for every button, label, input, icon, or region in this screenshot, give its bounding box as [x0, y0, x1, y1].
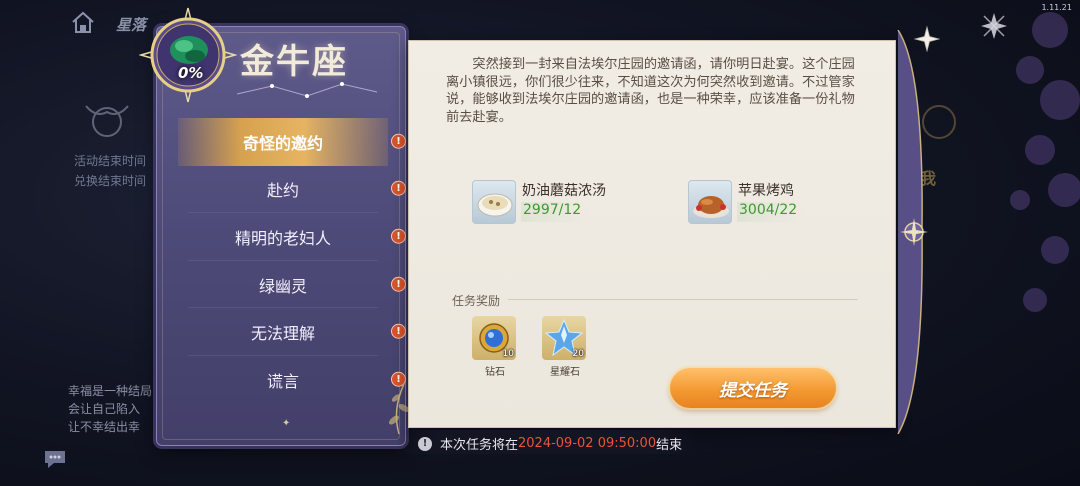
zodiac-emblem-icon [85, 105, 129, 137]
emerald-gem-icon [139, 7, 237, 103]
menu-item-label: 无法理解 [250, 324, 315, 344]
warning-icon: ! [418, 436, 432, 451]
diamond-icon: 10 [472, 316, 516, 360]
alert-badge-icon: ! [391, 133, 406, 149]
menu-item-strange-invitation[interactable]: 奇怪的邀约 ! [178, 118, 406, 166]
requirement-name: 奶油蘑菇浓汤 [522, 183, 606, 199]
deadline-prefix: 本次任务将在 [440, 438, 519, 453]
reward-name: 钻石 [485, 367, 505, 378]
requirement-count: 3004/22 [737, 202, 804, 222]
menu-item-lie[interactable]: 谎言 ! [178, 356, 406, 404]
version-label: 1.11.21 [1041, 3, 1072, 12]
menu-item-label: 赴约 [266, 181, 299, 201]
star-crystal-icon: 20 [542, 316, 586, 360]
submit-quest-button[interactable]: 提交任务 [670, 368, 836, 408]
bg-text-line: 让不幸结出幸 [68, 420, 141, 434]
bg-text-line: 会让自己陷入 [68, 402, 141, 416]
deadline-time: 2024-09-02 09:50:00 [518, 436, 657, 451]
menu-item-label: 谎言 [266, 371, 299, 391]
activity-end-time: 活动结束时间 [74, 154, 147, 168]
sparkle-icon: ✦ [282, 418, 291, 429]
divider [508, 299, 858, 300]
reward-item[interactable]: 20 星耀石 [542, 316, 588, 378]
required-count: /12 [558, 202, 582, 218]
alert-badge-icon: ! [391, 228, 406, 244]
owned-count: 3004 [739, 202, 775, 218]
close-icon[interactable] [914, 26, 940, 52]
reward-quantity: 20 [572, 349, 584, 359]
quest-story-text: 突然接到一封来自法埃尔庄园的邀请函，请你明日赴宴。这个庄园离小镇很远，你们很少往… [446, 57, 855, 125]
chat-icon[interactable] [42, 448, 68, 470]
deadline-notice: ! 本次任务将在 2024-09-02 09:50:00 结束 [418, 434, 682, 453]
menu-item-shrewd-old-woman[interactable]: 精明的老妇人 ! [178, 213, 406, 261]
menu-item-label: 奇怪的邀约 [242, 133, 323, 153]
roast-chicken-icon [688, 180, 732, 224]
reward-quantity: 10 [502, 349, 514, 359]
quest-menu: 奇怪的邀约 ! 赴约 ! 精明的老妇人 ! 绿幽灵 ! 无法理解 ! 谎言 ! [178, 118, 406, 404]
home-icon[interactable] [70, 10, 96, 36]
bg-text-line: 幸福是一种结局 [68, 384, 153, 398]
reward-item[interactable]: 10 钻石 [472, 316, 518, 378]
alert-badge-icon: ! [391, 181, 406, 197]
alert-badge-icon: ! [391, 276, 406, 292]
progress-percent: 0% [178, 64, 204, 82]
required-count: /22 [774, 202, 798, 218]
requirement-name: 苹果烤鸡 [738, 183, 794, 199]
requirement-count: 2997/12 [521, 202, 588, 222]
constellation-decoration [236, 82, 378, 98]
owned-count: 2997 [523, 202, 559, 218]
menu-item-attend[interactable]: 赴约 ! [178, 166, 406, 214]
menu-item-cannot-understand[interactable]: 无法理解 ! [178, 308, 406, 356]
reward-name: 星耀石 [550, 367, 580, 378]
menu-item-label: 绿幽灵 [258, 276, 307, 296]
requirement-item[interactable]: 苹果烤鸡 3004/22 [688, 180, 804, 224]
soup-bowl-icon [472, 180, 516, 224]
menu-item-green-ghost[interactable]: 绿幽灵 ! [178, 261, 406, 309]
wisteria-decoration [1010, 12, 1080, 312]
ornamental-side-frame [897, 30, 928, 434]
reward-label: 任务奖励 [452, 294, 501, 308]
four-point-star-close-icon[interactable] [980, 12, 1008, 40]
requirement-item[interactable]: 奶油蘑菇浓汤 2997/12 [472, 180, 606, 224]
exchange-end-time: 兑换结束时间 [74, 174, 147, 188]
alert-badge-icon: ! [391, 323, 406, 339]
menu-item-label: 精明的老妇人 [234, 228, 331, 248]
deadline-suffix: 结束 [656, 438, 683, 453]
